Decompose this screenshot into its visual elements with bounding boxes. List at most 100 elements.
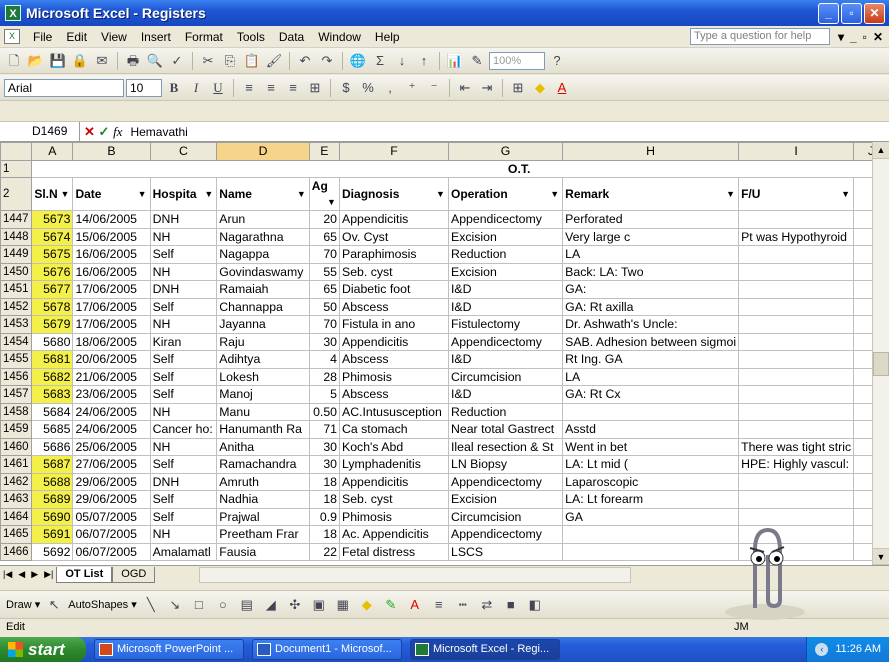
menu-view[interactable]: View: [94, 30, 134, 44]
textbox-icon[interactable]: ▤: [237, 595, 257, 615]
cell-b[interactable]: 23/06/2005: [72, 385, 151, 404]
cell-f[interactable]: Ac. Appendicitis: [339, 525, 449, 544]
cell-a[interactable]: 5673: [31, 210, 74, 229]
cell-f[interactable]: Abscess: [339, 297, 449, 316]
paste-icon[interactable]: 📋: [242, 51, 262, 71]
3d-icon[interactable]: ◧: [525, 595, 545, 615]
row-header[interactable]: 1462: [0, 472, 33, 491]
cell-e[interactable]: 28: [308, 367, 341, 386]
cell-f[interactable]: Fetal distress: [339, 542, 449, 561]
cell-i[interactable]: [738, 245, 855, 264]
menu-window[interactable]: Window: [311, 30, 368, 44]
cell-g[interactable]: Appendicectomy: [447, 525, 564, 544]
increase-decimal-icon[interactable]: ⁺: [402, 78, 422, 98]
autosum-icon[interactable]: Σ: [370, 51, 390, 71]
cell-h[interactable]: LA: Lt forearm: [562, 490, 740, 509]
bold-button[interactable]: B: [164, 78, 184, 98]
cell-c[interactable]: NH: [149, 315, 218, 334]
cell-e[interactable]: 5: [308, 385, 341, 404]
excel-app-icon[interactable]: X: [5, 5, 21, 21]
redo-icon[interactable]: ↷: [317, 51, 337, 71]
draw-font-color-icon[interactable]: A: [405, 595, 425, 615]
cell-d[interactable]: Channappa: [216, 297, 310, 316]
cell-e[interactable]: 55: [308, 262, 341, 281]
cell-g[interactable]: Appendicectomy: [447, 332, 564, 351]
sort-ascending-icon[interactable]: ↓: [392, 51, 412, 71]
cell-e[interactable]: 22: [308, 542, 341, 561]
row-header[interactable]: 1449: [0, 245, 33, 264]
cell-e[interactable]: 70: [308, 315, 341, 334]
diagram-icon[interactable]: ✣: [285, 595, 305, 615]
draw-menu-button[interactable]: Draw ▾: [6, 598, 40, 611]
decrease-decimal-icon[interactable]: ⁻: [424, 78, 444, 98]
dash-style-icon[interactable]: ┅: [453, 595, 473, 615]
row-header[interactable]: 2: [0, 177, 33, 211]
header-cell-slno[interactable]: Sl.N ▼: [31, 177, 74, 211]
prev-sheet-icon[interactable]: ◀: [15, 569, 28, 580]
cell-c[interactable]: Self: [149, 385, 218, 404]
cell-h[interactable]: Rt Ing. GA: [562, 350, 740, 369]
cell-c[interactable]: NH: [149, 402, 218, 421]
cell-f[interactable]: Phimosis: [339, 507, 449, 526]
cell-b[interactable]: 16/06/2005: [72, 262, 151, 281]
cell-b[interactable]: 25/06/2005: [72, 437, 151, 456]
cell-b[interactable]: 18/06/2005: [72, 332, 151, 351]
maximize-button[interactable]: ▫: [841, 2, 862, 24]
cell-i[interactable]: [738, 332, 855, 351]
italic-button[interactable]: I: [186, 78, 206, 98]
scroll-up-icon[interactable]: ▲: [873, 142, 889, 159]
menu-file[interactable]: File: [26, 30, 59, 44]
cell-e[interactable]: 30: [308, 332, 341, 351]
font-name-select[interactable]: Arial: [4, 78, 124, 97]
cell-h[interactable]: GA: Rt Cx: [562, 385, 740, 404]
line-icon[interactable]: ╲: [141, 595, 161, 615]
cell-a[interactable]: 5676: [31, 262, 74, 281]
cell-a[interactable]: 5686: [31, 437, 74, 456]
cell-f[interactable]: Appendicitis: [339, 472, 449, 491]
cell-d[interactable]: Anitha: [216, 437, 310, 456]
cell-a[interactable]: 5689: [31, 490, 74, 509]
row-header[interactable]: 1: [0, 159, 33, 178]
column-header-f[interactable]: F: [339, 142, 449, 161]
minimize-button[interactable]: _: [818, 2, 839, 24]
row-header[interactable]: 1463: [0, 490, 33, 509]
cancel-icon[interactable]: ✕: [84, 124, 95, 139]
cut-icon[interactable]: ✂: [198, 51, 218, 71]
undo-icon[interactable]: ↶: [295, 51, 315, 71]
menu-insert[interactable]: Insert: [134, 30, 178, 44]
cell-i[interactable]: [738, 297, 855, 316]
cell-c[interactable]: Self: [149, 507, 218, 526]
row-header[interactable]: 1459: [0, 420, 33, 439]
cell-g[interactable]: I&D: [447, 350, 564, 369]
cell-d[interactable]: Jayanna: [216, 315, 310, 334]
cell-d[interactable]: Prajwal: [216, 507, 310, 526]
name-box[interactable]: D1469: [0, 122, 80, 141]
filter-dropdown-icon[interactable]: ▼: [326, 194, 337, 210]
header-cell-hospital[interactable]: Hospita ▼: [149, 177, 218, 211]
cell-e[interactable]: 18: [308, 472, 341, 491]
formula-input[interactable]: Hemavathi: [126, 125, 187, 139]
cell-d[interactable]: Nagarathna: [216, 227, 310, 246]
align-left-icon[interactable]: ≡: [239, 78, 259, 98]
cell-b[interactable]: 24/06/2005: [72, 402, 151, 421]
cell-h[interactable]: Laparoscopic: [562, 472, 740, 491]
worksheet-grid[interactable]: A B C D E F G H I J 1 O.T. 2 Sl.N▼ Date▼…: [0, 142, 889, 565]
cell-d[interactable]: Manu: [216, 402, 310, 421]
column-header-d[interactable]: D: [216, 142, 310, 161]
cell-i[interactable]: [738, 472, 855, 491]
cell-b[interactable]: 17/06/2005: [72, 315, 151, 334]
cell-b[interactable]: 27/06/2005: [72, 455, 151, 474]
merge-center-icon[interactable]: ⊞: [305, 78, 325, 98]
tray-arrow-icon[interactable]: ‹: [815, 643, 829, 656]
next-sheet-icon[interactable]: ▶: [28, 569, 41, 580]
cell-g[interactable]: Reduction: [447, 402, 564, 421]
cell-c[interactable]: Self: [149, 455, 218, 474]
header-cell-diagnosis[interactable]: Diagnosis ▼: [339, 177, 449, 211]
cell-h[interactable]: Very large c: [562, 227, 740, 246]
cell-f[interactable]: Fistula in ano: [339, 315, 449, 334]
cell-f[interactable]: Lymphadenitis: [339, 455, 449, 474]
cell-d[interactable]: Preetham Frar: [216, 525, 310, 544]
cell-g[interactable]: Excision: [447, 262, 564, 281]
column-header-b[interactable]: B: [72, 142, 151, 161]
sort-descending-icon[interactable]: ↑: [414, 51, 434, 71]
